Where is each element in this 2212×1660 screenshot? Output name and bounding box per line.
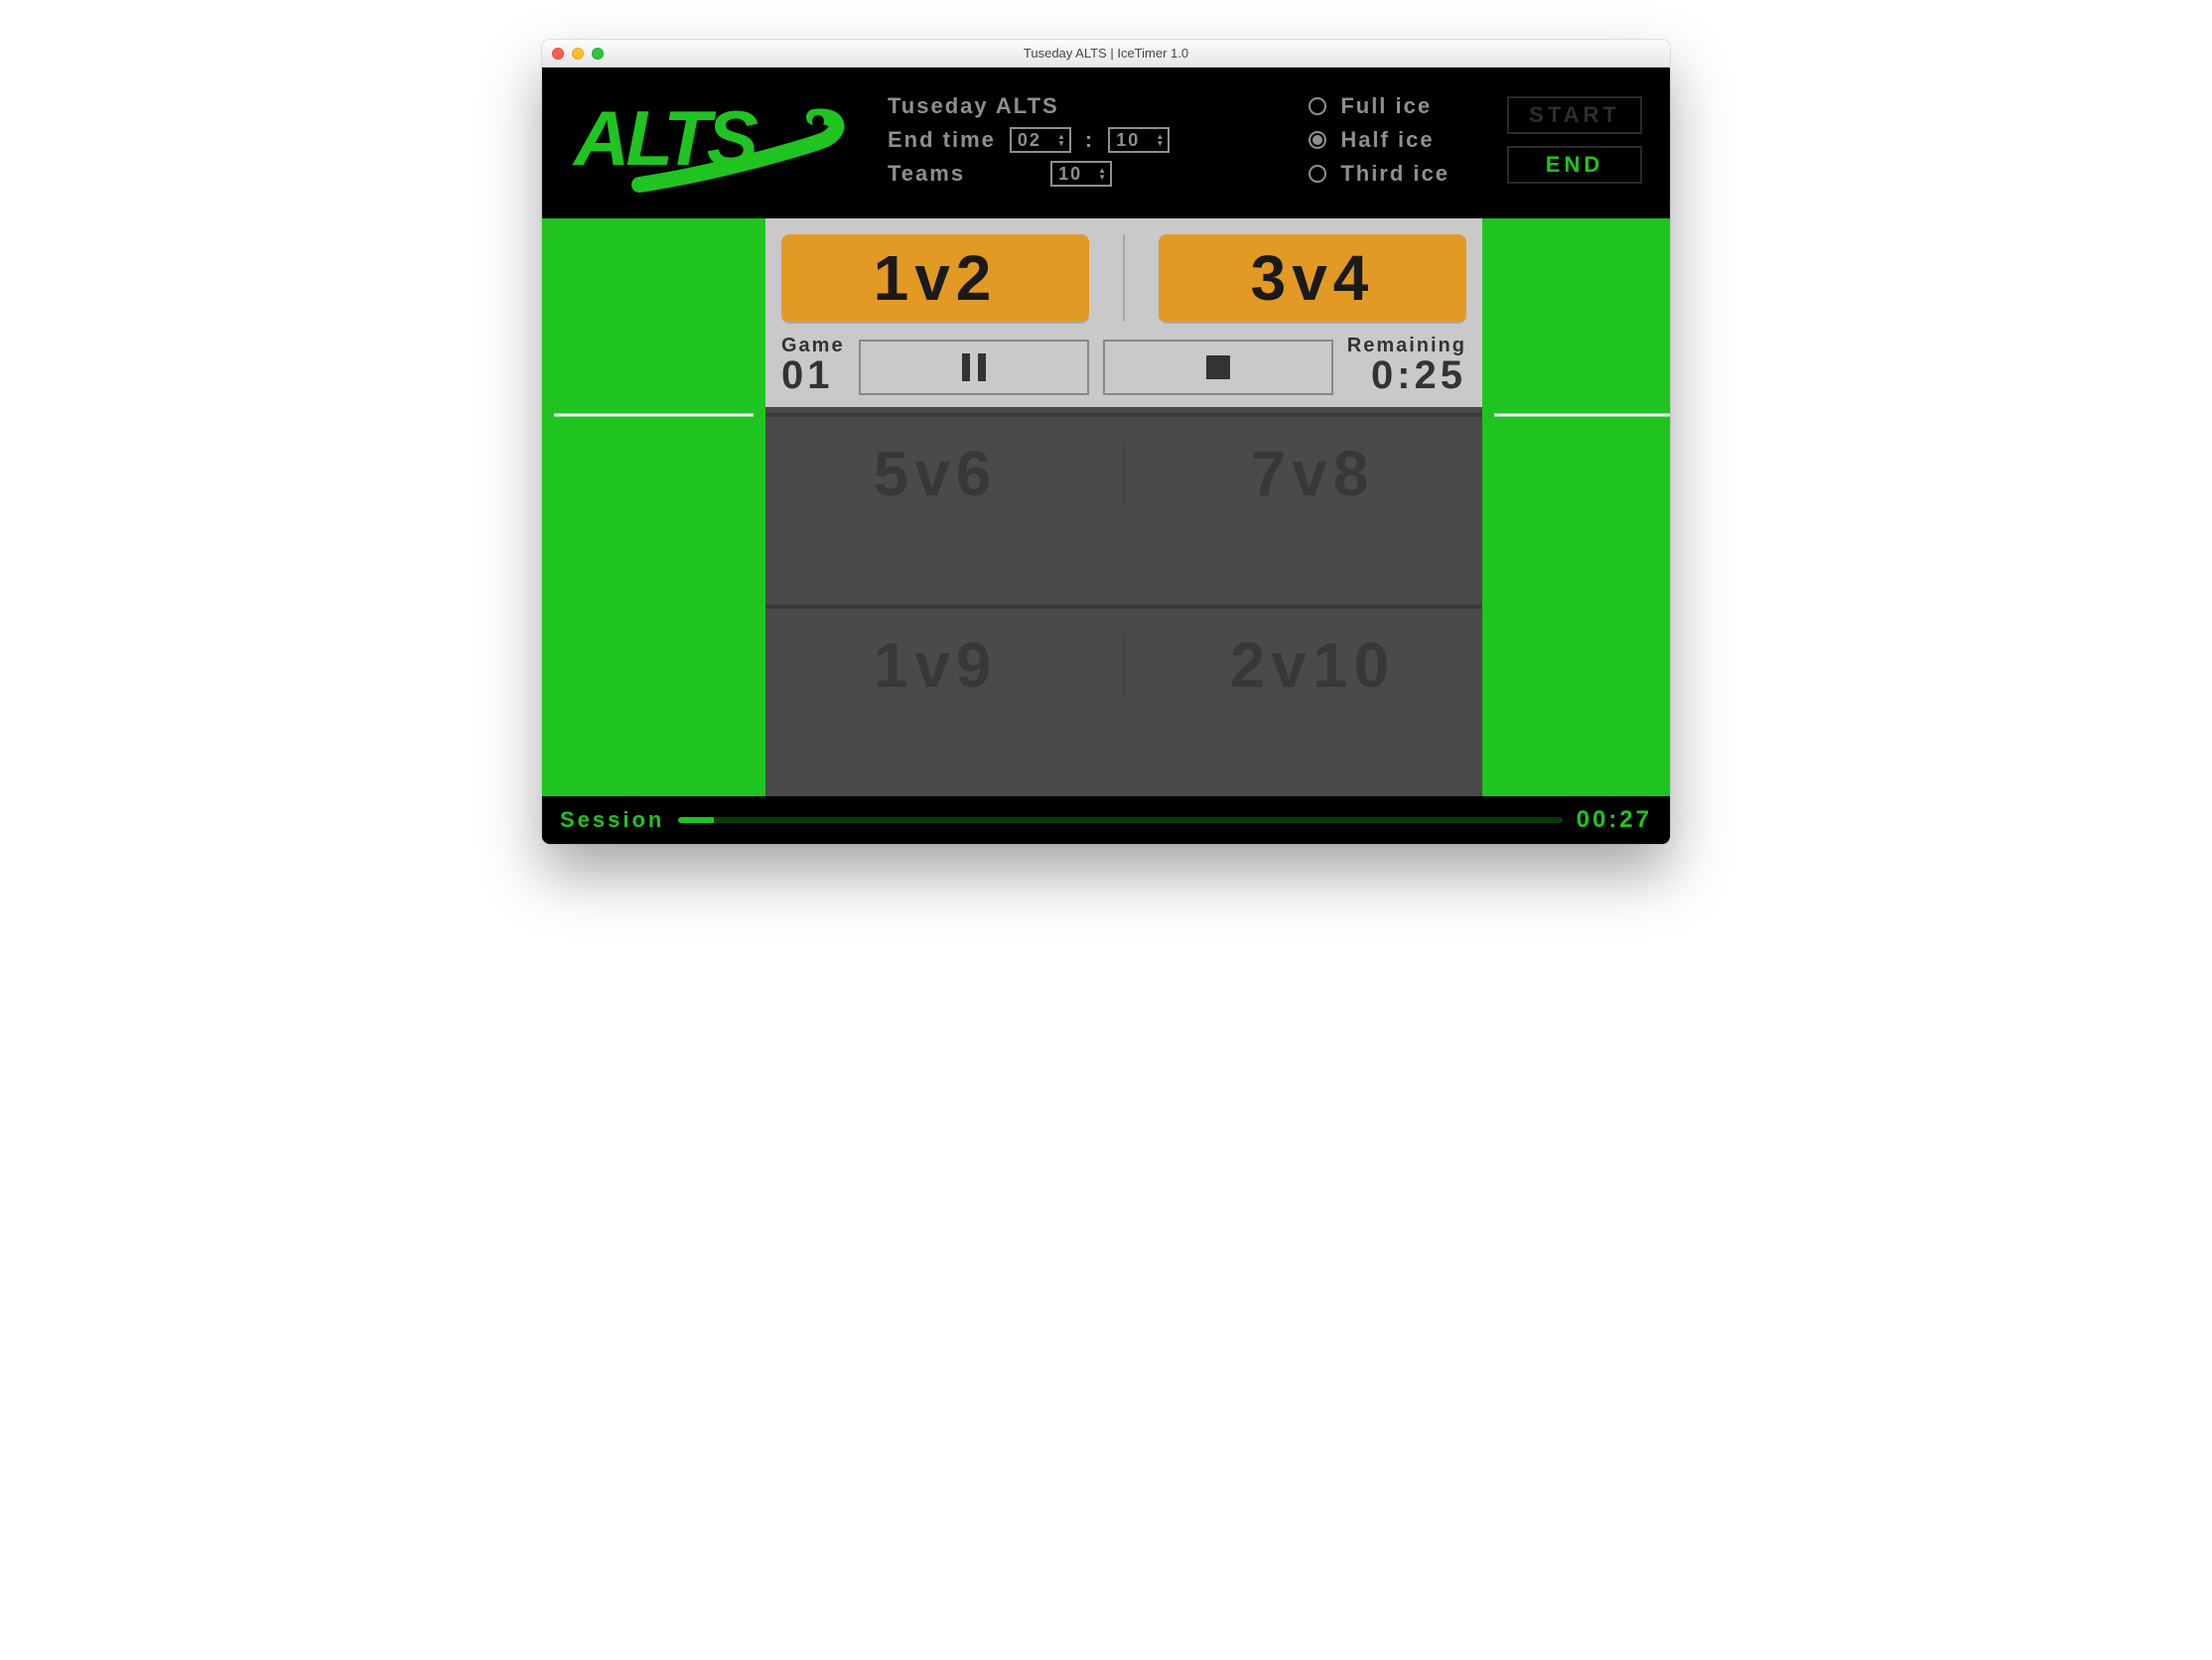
current-match-left: 1v2 — [781, 234, 1089, 322]
pause-icon — [962, 353, 986, 381]
queued-game-card: 1v9 2v10 — [765, 605, 1482, 796]
queued-games-host: 5v6 7v8 1v9 2v10 — [765, 413, 1482, 796]
app-header: ALTS Tuseday ALTS End time 02 ▲▼ : 10 — [542, 68, 1670, 218]
queued-match-right: 2v10 — [1159, 628, 1466, 702]
current-match-row: 1v2 3v4 — [781, 234, 1466, 322]
session-config: Tuseday ALTS End time 02 ▲▼ : 10 ▲▼ Team… — [888, 93, 1170, 187]
queued-match-row: 1v9 2v10 — [781, 628, 1466, 702]
ice-option-half[interactable]: Half ice — [1309, 127, 1450, 153]
teams-value: 10 — [1058, 164, 1082, 185]
game-number-label: Game — [781, 336, 845, 355]
time-separator: : — [1085, 127, 1094, 153]
ice-option-label: Full ice — [1340, 93, 1432, 119]
stepper-arrows-icon: ▲▼ — [1156, 134, 1166, 147]
session-elapsed: 00:27 — [1577, 806, 1652, 834]
rink-side-left — [542, 218, 765, 796]
end-button[interactable]: END — [1507, 146, 1642, 184]
remaining-label: Remaining — [1347, 336, 1466, 355]
match-separator — [1123, 633, 1125, 697]
ice-option-full[interactable]: Full ice — [1309, 93, 1450, 119]
session-progress-track[interactable] — [678, 817, 1562, 823]
match-separator — [1123, 234, 1125, 322]
radio-icon — [1309, 97, 1326, 115]
mac-titlebar: Tuseday ALTS | IceTimer 1.0 — [542, 40, 1670, 68]
window-title: Tuseday ALTS | IceTimer 1.0 — [542, 46, 1670, 61]
ice-option-label: Third ice — [1340, 161, 1450, 187]
teams-stepper[interactable]: 10 ▲▼ — [1050, 161, 1112, 187]
stop-button[interactable] — [1103, 340, 1333, 395]
remaining-block: Remaining 0:25 — [1347, 336, 1466, 395]
session-name: Tuseday ALTS — [888, 93, 1059, 119]
game-number-value: 01 — [781, 355, 845, 395]
teams-label: Teams — [888, 161, 965, 187]
game-queue: 1v2 3v4 Game 01 — [765, 218, 1482, 796]
game-number-block: Game 01 — [781, 336, 845, 395]
session-label: Session — [560, 807, 664, 833]
end-time-label: End time — [888, 127, 996, 153]
radio-icon — [1309, 165, 1326, 183]
game-controls-row: Game 01 Remaining 0:25 — [781, 336, 1466, 395]
queued-match-right: 7v8 — [1159, 437, 1466, 510]
rink-area: 1v2 3v4 Game 01 — [542, 218, 1670, 796]
rink-side-right — [1482, 218, 1670, 796]
current-match-right: 3v4 — [1159, 234, 1466, 322]
session-footer: Session 00:27 — [542, 796, 1670, 844]
ice-option-third[interactable]: Third ice — [1309, 161, 1450, 187]
queued-match-left: 1v9 — [781, 628, 1089, 702]
current-game-card: 1v2 3v4 Game 01 — [765, 218, 1482, 407]
remaining-value: 0:25 — [1347, 355, 1466, 395]
match-separator — [1123, 442, 1125, 505]
queued-game-card: 5v6 7v8 — [765, 413, 1482, 605]
end-time-hours-stepper[interactable]: 02 ▲▼ — [1010, 127, 1071, 153]
app-window: Tuseday ALTS | IceTimer 1.0 ALTS Tuseday… — [542, 40, 1670, 844]
logo: ALTS — [570, 85, 848, 195]
radio-icon — [1309, 131, 1326, 149]
ice-option-label: Half ice — [1340, 127, 1434, 153]
header-actions: START END — [1507, 96, 1642, 184]
stepper-arrows-icon: ▲▼ — [1057, 134, 1067, 147]
start-button[interactable]: START — [1507, 96, 1642, 134]
end-time-hours-value: 02 — [1018, 130, 1041, 151]
queued-match-left: 5v6 — [781, 437, 1089, 510]
stop-icon — [1206, 355, 1230, 379]
window-zoom-icon[interactable] — [592, 48, 604, 60]
ice-options-group: Full ice Half ice Third ice — [1309, 93, 1450, 187]
end-time-minutes-value: 10 — [1116, 130, 1140, 151]
app-body: ALTS Tuseday ALTS End time 02 ▲▼ : 10 — [542, 68, 1670, 844]
end-time-minutes-stepper[interactable]: 10 ▲▼ — [1108, 127, 1170, 153]
pause-button[interactable] — [859, 340, 1089, 395]
stepper-arrows-icon: ▲▼ — [1098, 168, 1108, 181]
window-minimize-icon[interactable] — [572, 48, 584, 60]
queued-match-row: 5v6 7v8 — [781, 437, 1466, 510]
session-progress-fill — [678, 817, 714, 823]
window-close-icon[interactable] — [552, 48, 564, 60]
